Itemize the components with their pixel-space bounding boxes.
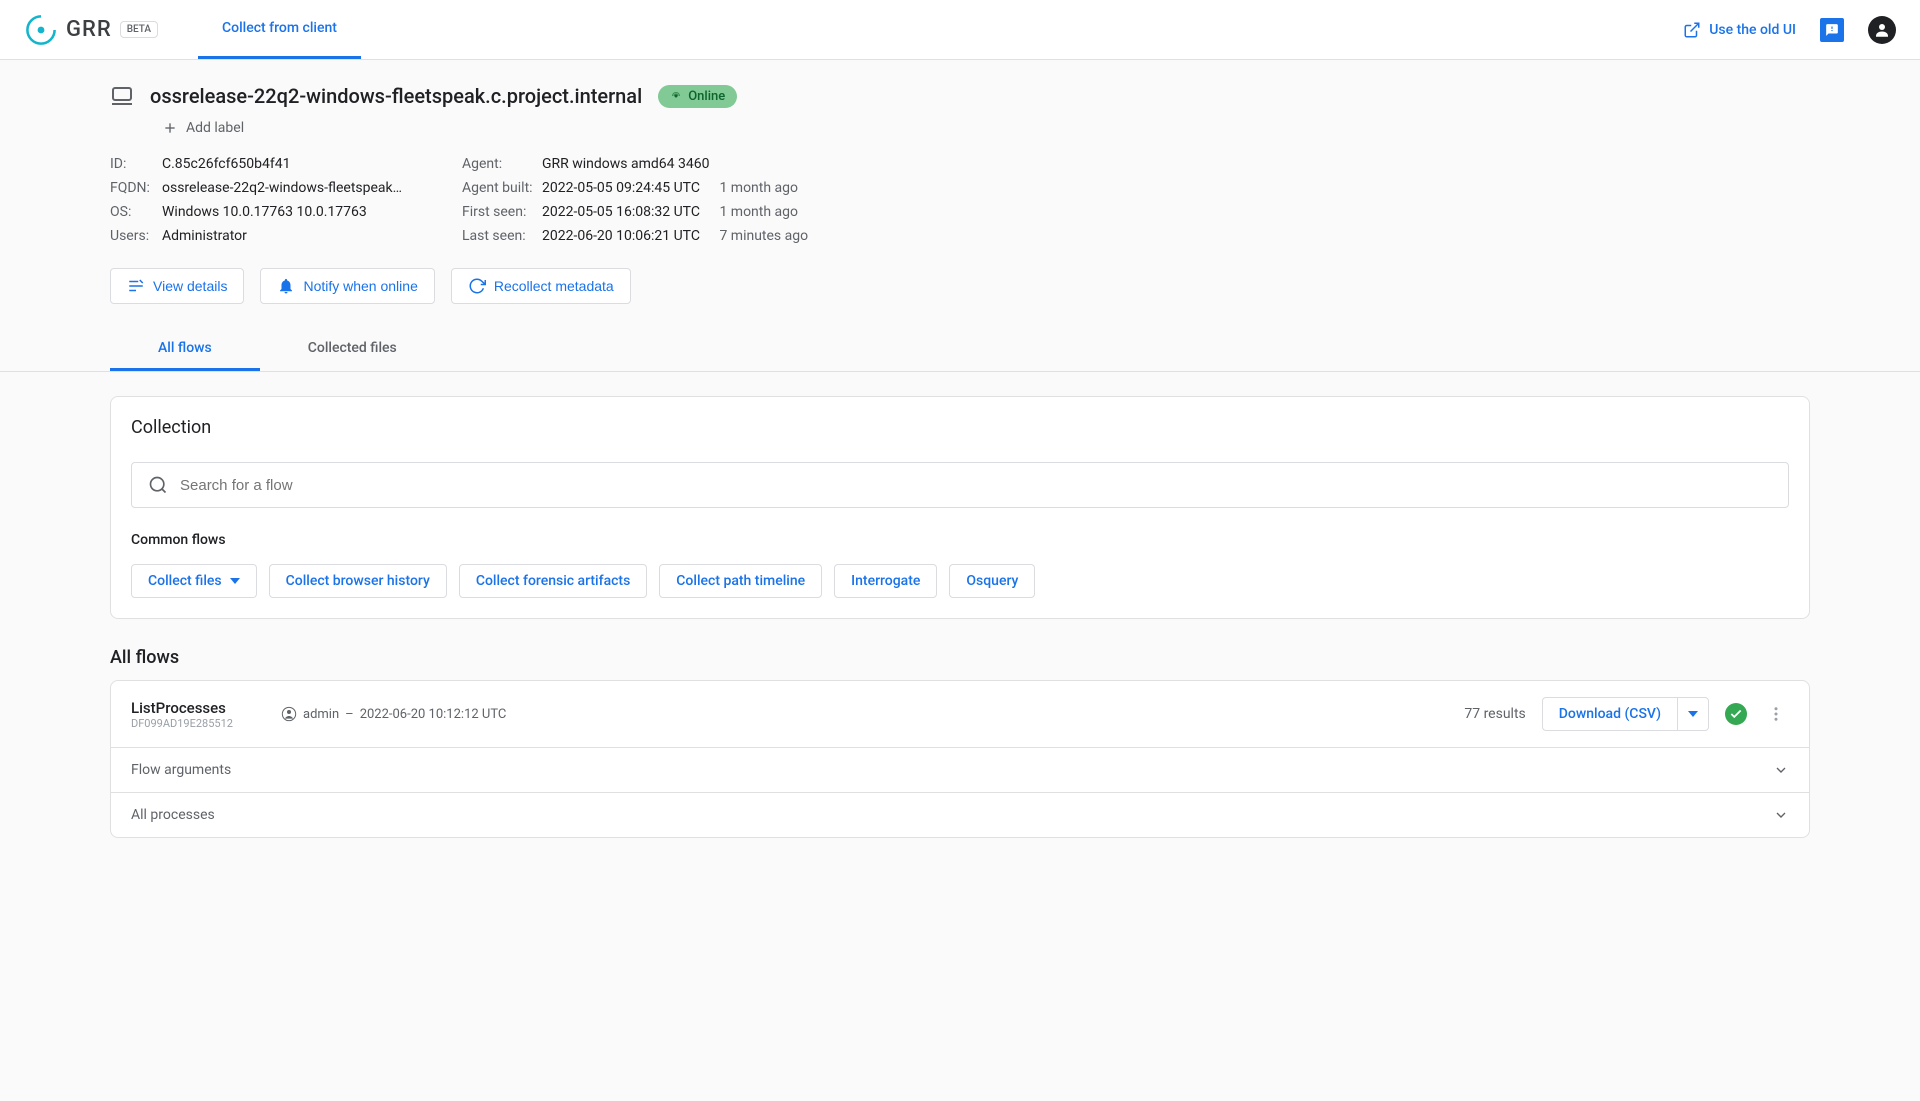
success-icon bbox=[1725, 703, 1747, 725]
client-hostname: ossrelease-22q2-windows-fleetspeak.c.pro… bbox=[150, 84, 642, 108]
users-value: Administrator bbox=[162, 228, 247, 244]
first-seen-rel: 1 month ago bbox=[719, 204, 798, 220]
add-label-text: Add label bbox=[186, 120, 244, 136]
last-seen-value: 2022-06-20 10:06:21 UTC bbox=[542, 228, 700, 244]
agent-built-label: Agent built: bbox=[462, 180, 534, 196]
chip-osquery[interactable]: Osquery bbox=[949, 564, 1035, 598]
recollect-button[interactable]: Recollect metadata bbox=[451, 268, 631, 304]
agent-label: Agent: bbox=[462, 156, 534, 172]
old-ui-label: Use the old UI bbox=[1709, 22, 1796, 38]
chip-collect-files[interactable]: Collect files bbox=[131, 564, 257, 598]
collection-card: Collection Common flows Collect files Co… bbox=[110, 396, 1810, 619]
flow-name: ListProcesses bbox=[131, 699, 261, 717]
chevron-down-icon bbox=[1773, 807, 1789, 823]
refresh-icon bbox=[468, 277, 486, 295]
chip-interrogate[interactable]: Interrogate bbox=[834, 564, 937, 598]
users-label: Users: bbox=[110, 228, 154, 244]
more-vert-icon bbox=[1767, 705, 1785, 723]
chip-path-timeline[interactable]: Collect path timeline bbox=[659, 564, 822, 598]
wifi-icon bbox=[670, 90, 682, 102]
chevron-down-icon bbox=[1773, 762, 1789, 778]
agent-built-rel: 1 month ago bbox=[719, 180, 798, 196]
more-menu[interactable] bbox=[1763, 701, 1789, 727]
fqdn-value: ossrelease-22q2-windows-fleetspeak… bbox=[162, 180, 402, 196]
bell-icon bbox=[277, 277, 295, 295]
old-ui-link[interactable]: Use the old UI bbox=[1683, 21, 1796, 39]
flow-user: admin bbox=[303, 707, 339, 722]
os-value: Windows 10.0.17763 10.0.17763 bbox=[162, 204, 367, 220]
chip-forensic-artifacts[interactable]: Collect forensic artifacts bbox=[459, 564, 647, 598]
flow-id: DF099AD19E285512 bbox=[131, 717, 261, 730]
add-label-button[interactable]: Add label bbox=[162, 120, 244, 136]
status-badge: Online bbox=[658, 85, 737, 108]
chip-browser-history[interactable]: Collect browser history bbox=[269, 564, 447, 598]
id-value: C.85c26fcf650b4f41 bbox=[162, 156, 290, 172]
first-seen-value: 2022-05-05 16:08:32 UTC bbox=[542, 204, 700, 220]
grr-logo-icon bbox=[24, 13, 58, 47]
last-seen-rel: 7 minutes ago bbox=[719, 228, 808, 244]
list-icon bbox=[127, 277, 145, 295]
external-link-icon bbox=[1683, 21, 1701, 39]
flow-item: ListProcesses DF099AD19E285512 admin – 2… bbox=[110, 680, 1810, 838]
download-dropdown[interactable] bbox=[1677, 698, 1708, 730]
nav-tab-collect[interactable]: Collect from client bbox=[198, 0, 361, 59]
dropdown-icon bbox=[230, 576, 240, 586]
search-box[interactable] bbox=[131, 462, 1789, 508]
all-processes-expander[interactable]: All processes bbox=[111, 792, 1809, 837]
os-label: OS: bbox=[110, 204, 154, 220]
status-text: Online bbox=[688, 89, 725, 104]
last-seen-label: Last seen: bbox=[462, 228, 534, 244]
laptop-icon bbox=[110, 84, 134, 108]
all-flows-heading: All flows bbox=[110, 647, 1810, 668]
flow-arguments-expander[interactable]: Flow arguments bbox=[111, 747, 1809, 792]
flow-search-input[interactable] bbox=[180, 477, 1772, 494]
user-avatar[interactable] bbox=[1868, 16, 1896, 44]
first-seen-label: First seen: bbox=[462, 204, 534, 220]
id-label: ID: bbox=[110, 156, 154, 172]
agent-built-value: 2022-05-05 09:24:45 UTC bbox=[542, 180, 700, 196]
logo[interactable]: GRR BETA bbox=[24, 13, 158, 47]
flow-time: 2022-06-20 10:12:12 UTC bbox=[360, 707, 507, 722]
user-circle-icon bbox=[281, 706, 297, 722]
tab-all-flows[interactable]: All flows bbox=[110, 328, 260, 371]
feedback-button[interactable] bbox=[1820, 18, 1844, 42]
user-icon bbox=[1873, 21, 1891, 39]
logo-text: GRR bbox=[66, 17, 112, 42]
dropdown-icon bbox=[1688, 709, 1698, 719]
download-csv-button[interactable]: Download (CSV) bbox=[1543, 698, 1677, 730]
view-details-button[interactable]: View details bbox=[110, 268, 244, 304]
notify-button[interactable]: Notify when online bbox=[260, 268, 434, 304]
collection-title: Collection bbox=[131, 417, 1789, 438]
feedback-icon bbox=[1825, 23, 1839, 37]
flow-results: 77 results bbox=[1464, 706, 1525, 722]
plus-icon bbox=[162, 120, 178, 136]
fqdn-label: FQDN: bbox=[110, 180, 154, 196]
tab-collected-files[interactable]: Collected files bbox=[260, 328, 445, 371]
beta-badge: BETA bbox=[120, 21, 158, 38]
search-icon bbox=[148, 475, 168, 495]
agent-value: GRR windows amd64 3460 bbox=[542, 156, 710, 172]
common-flows-label: Common flows bbox=[131, 532, 1789, 548]
